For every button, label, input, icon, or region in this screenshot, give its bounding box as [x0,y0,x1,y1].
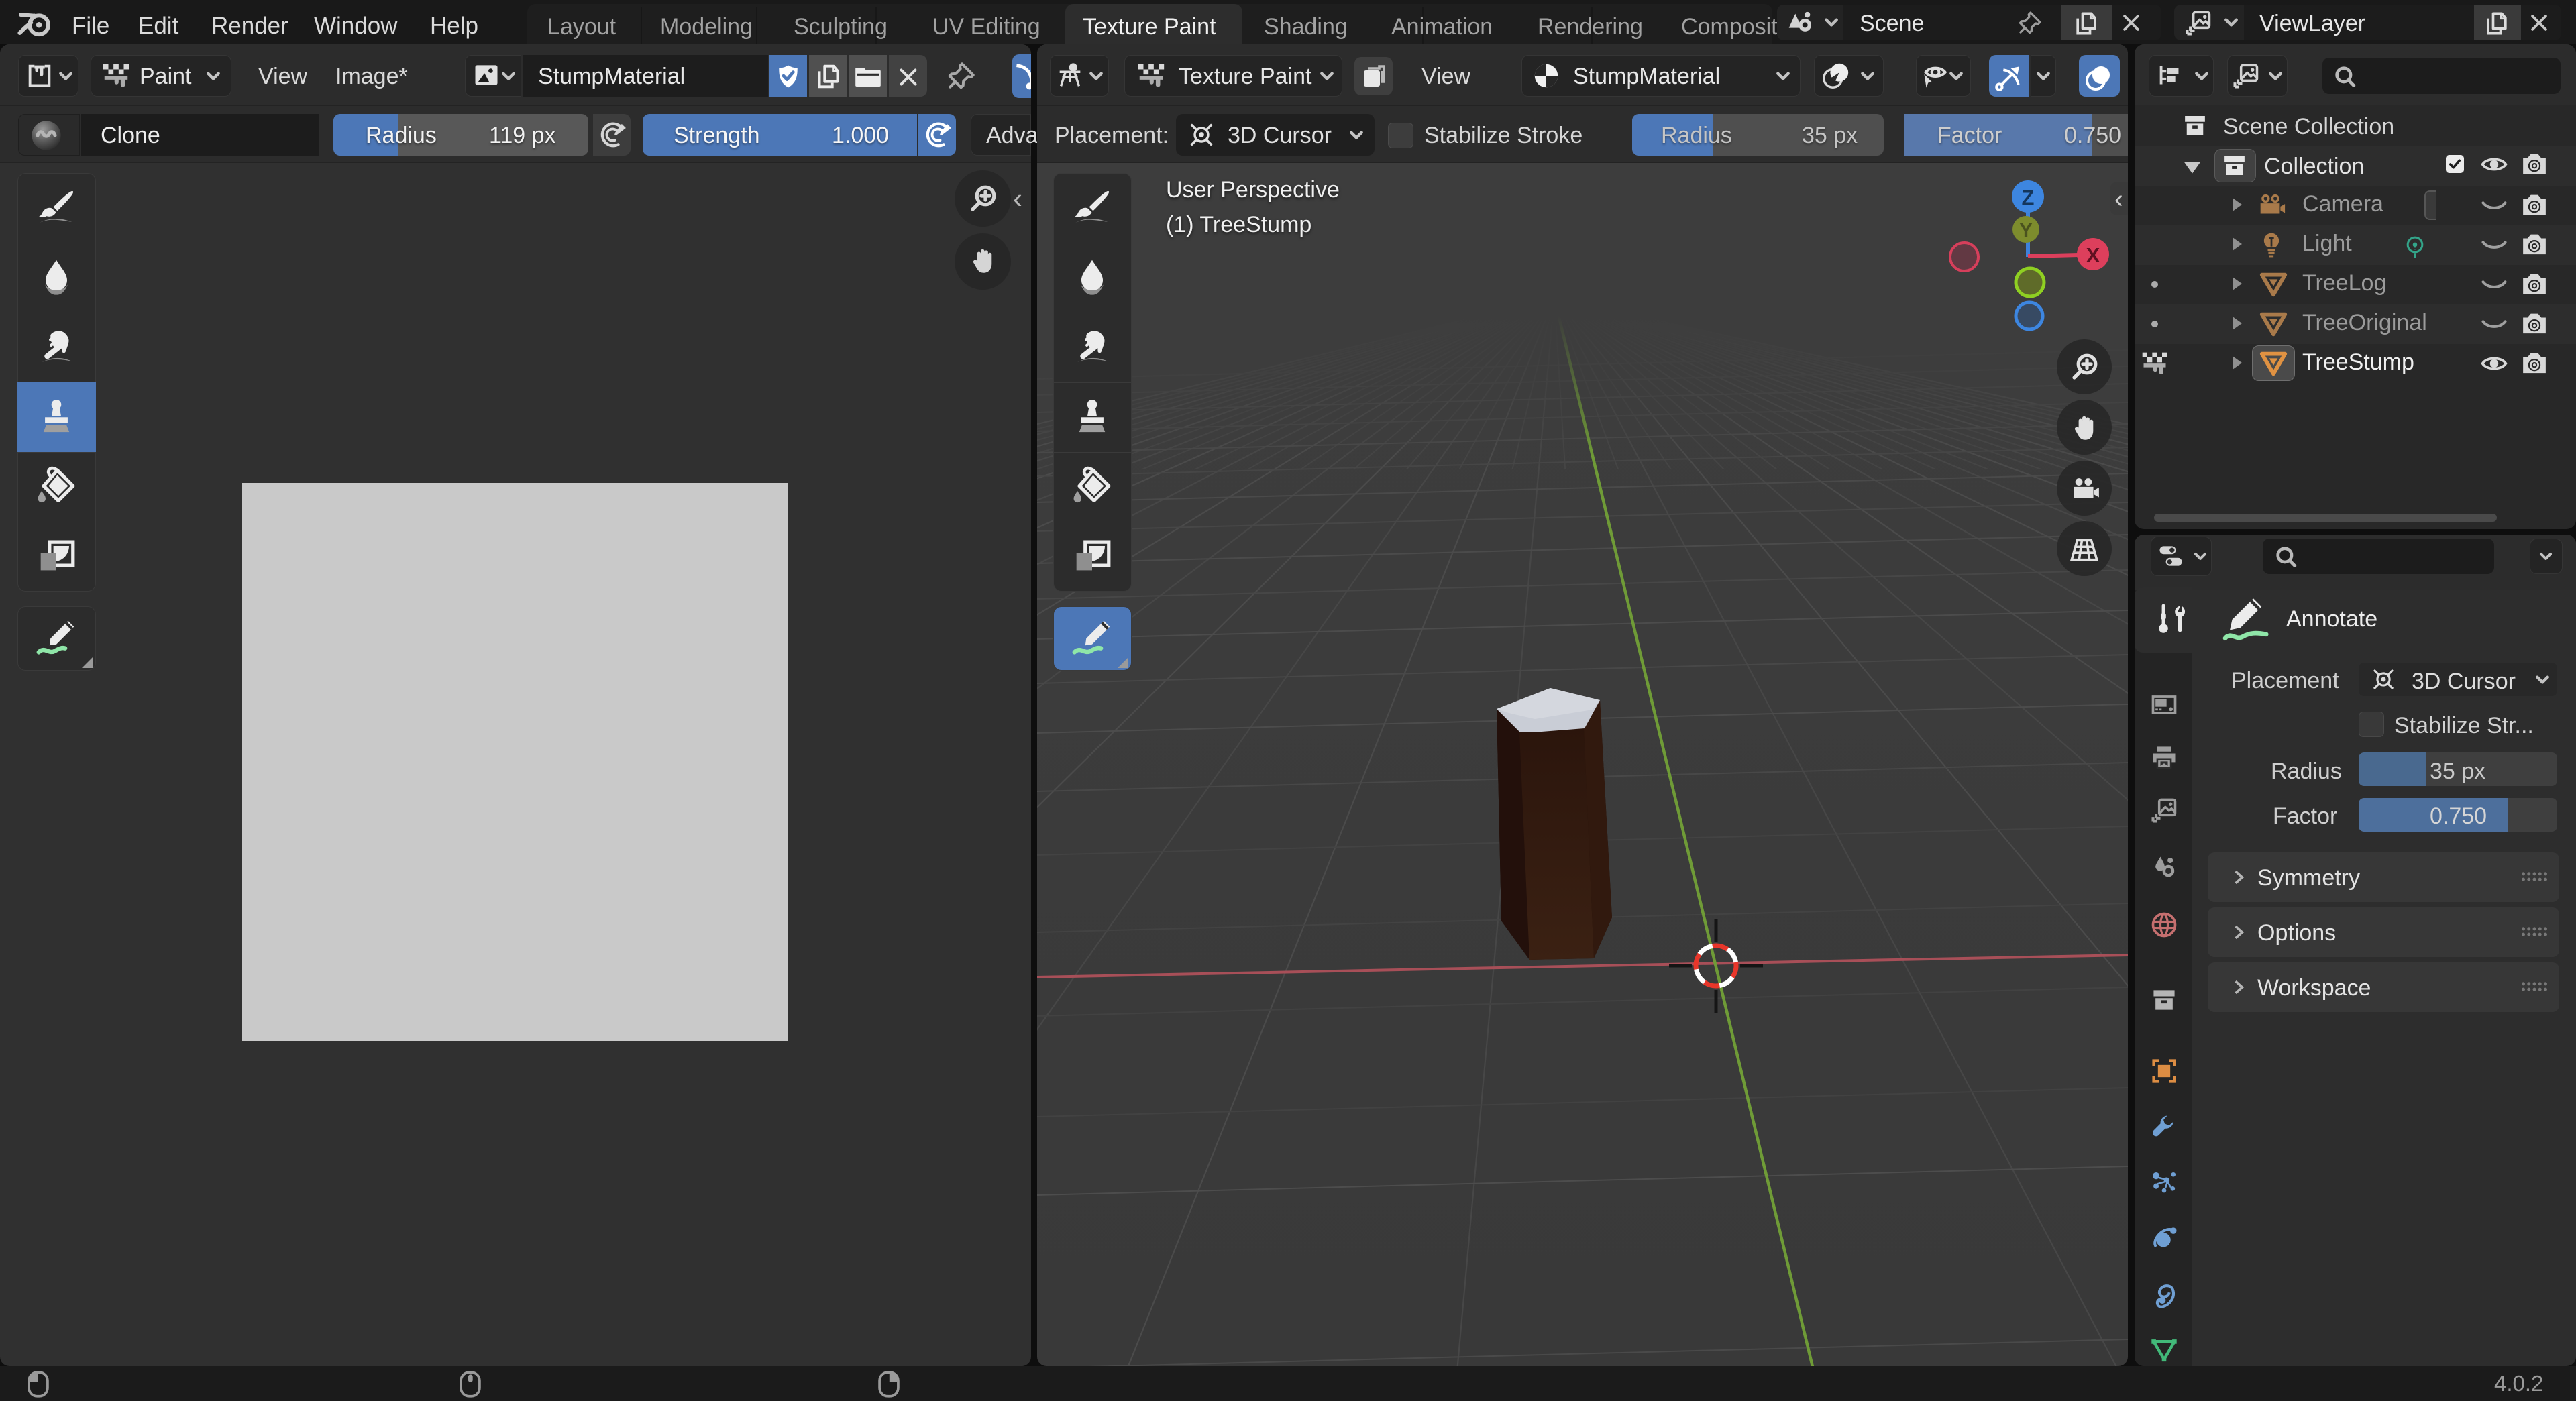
svg-text:X: X [2086,243,2100,267]
svg-text:Y: Y [2019,219,2033,241]
svg-text:Z: Z [2022,186,2035,209]
